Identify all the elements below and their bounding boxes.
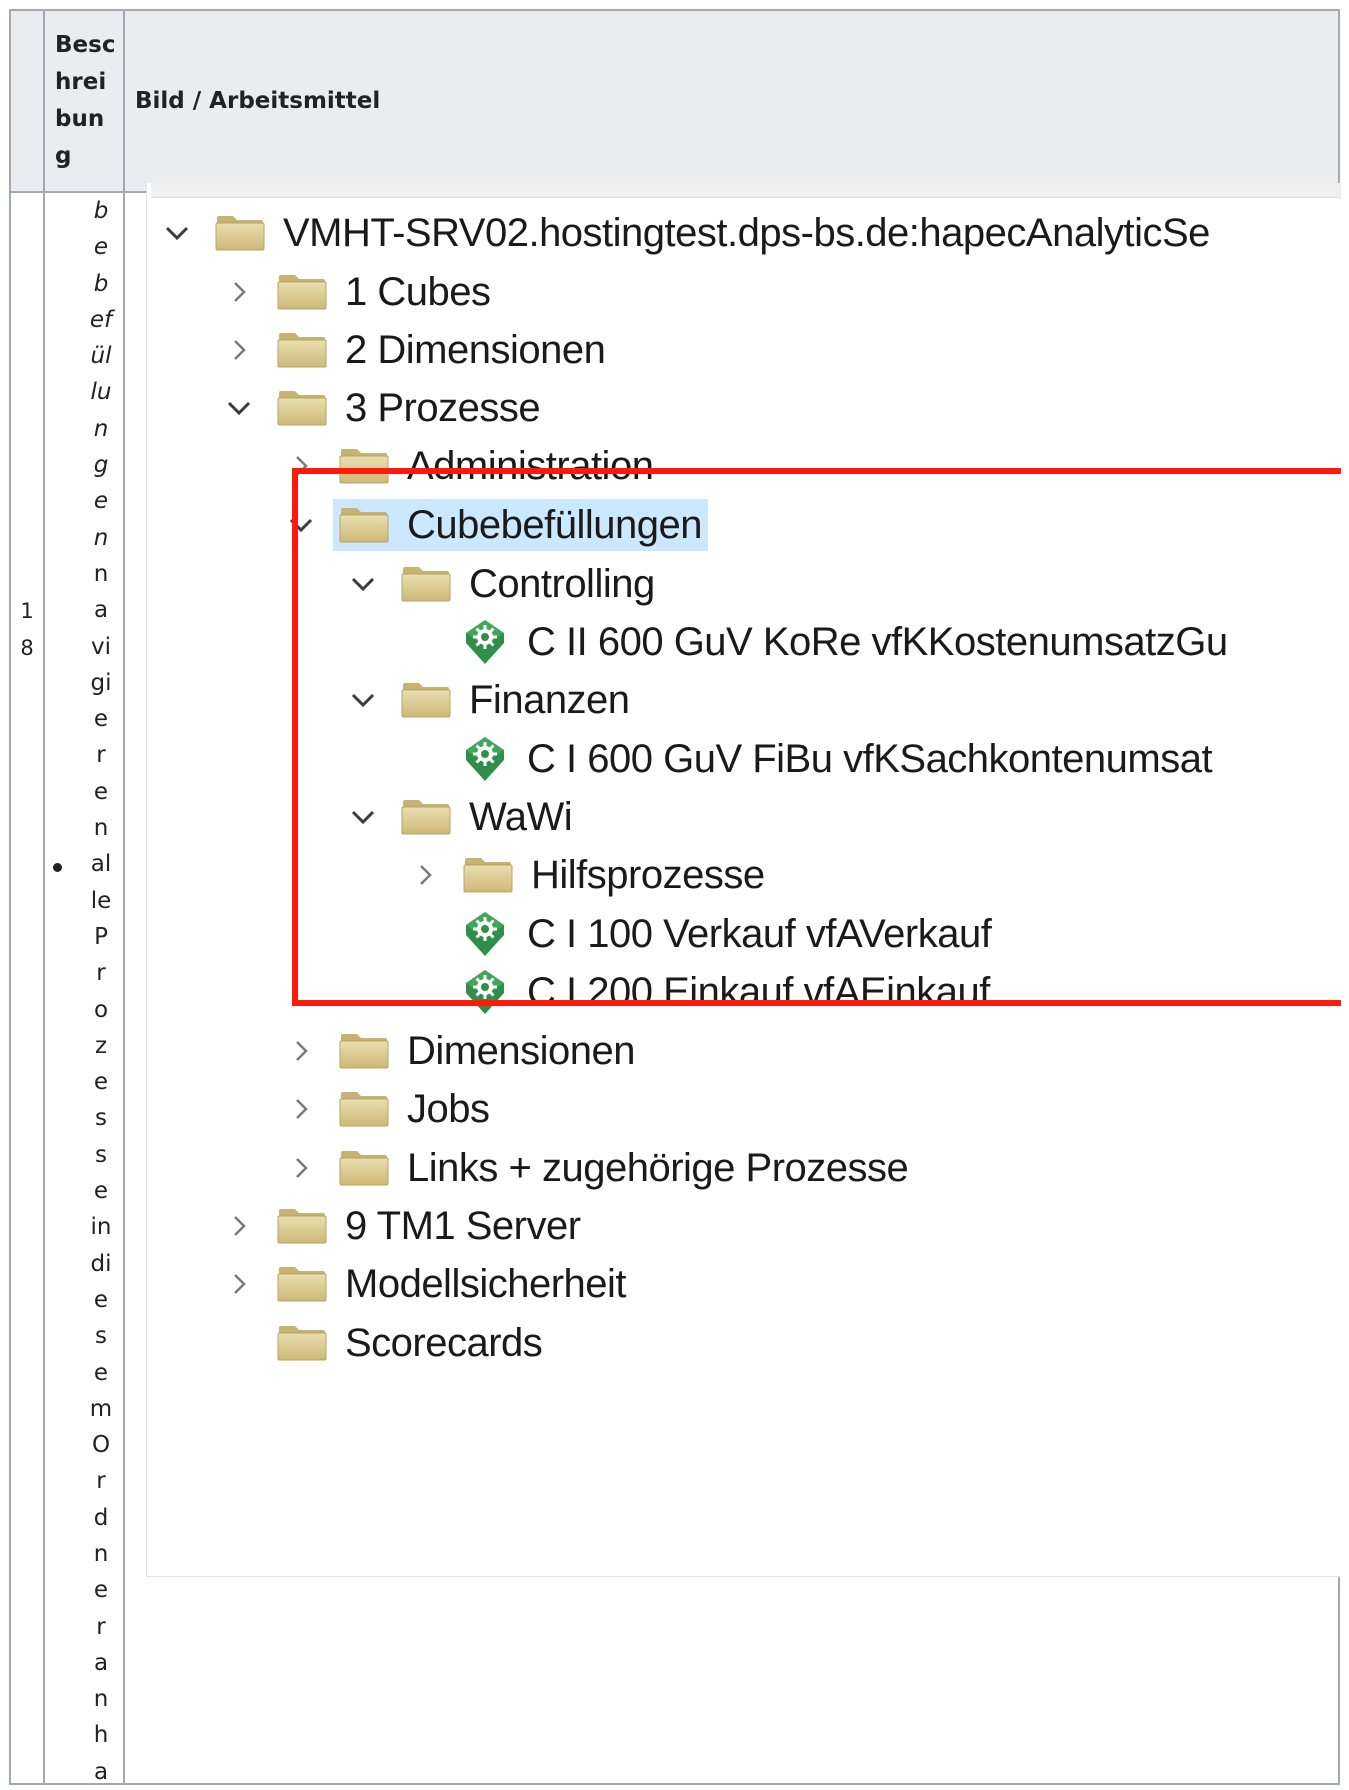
tree-node-prozesse[interactable]: 3 Prozesse <box>225 382 541 434</box>
tree-label: VMHT-SRV02.hostingtest.dps-bs.de:hapecAn… <box>283 210 1210 255</box>
tree-node-scorecards[interactable]: Scorecards <box>225 1317 543 1369</box>
description-line: o <box>93 996 109 1023</box>
chevron-right-icon[interactable] <box>287 1154 315 1182</box>
row-description: b e b ef ül lu n g e n n a vi gi e r e n al le Pr o z e s s e in di e… <box>43 191 125 1785</box>
description-line-italic: n <box>93 415 109 442</box>
description-line-italic: g <box>93 452 109 479</box>
header-description-line: hrei <box>55 69 107 95</box>
bullet-icon <box>53 863 62 872</box>
description-line-italic: ül <box>90 343 112 370</box>
row-number-line: 1 <box>20 599 34 623</box>
header-number <box>9 9 45 193</box>
folder-icon <box>277 274 327 310</box>
description-line: P <box>94 923 108 950</box>
description-line: e <box>93 706 109 733</box>
tree-label: Links + zugehörige Prozesse <box>407 1145 909 1190</box>
folder-icon <box>339 1091 389 1127</box>
description-line: e <box>93 1069 109 1096</box>
tree-top-bar <box>151 183 1341 198</box>
chevron-right-icon[interactable] <box>225 1270 253 1298</box>
description-line: di <box>90 1250 112 1277</box>
folder-icon <box>277 332 327 368</box>
description-line: s <box>95 1105 107 1132</box>
highlight-frame <box>292 468 1341 1006</box>
header-image: Bild / Arbeitsmittel <box>123 9 1340 193</box>
description-line: e <box>93 1286 109 1313</box>
description-line-italic: e <box>93 488 109 515</box>
description-line: r <box>96 960 106 987</box>
tree-node-root[interactable]: VMHT-SRV02.hostingtest.dps-bs.de:hapecAn… <box>163 207 1210 259</box>
description-line: a <box>93 597 109 624</box>
folder-icon <box>277 390 327 426</box>
tree-label: 9 TM1 Server <box>345 1203 581 1248</box>
header-description-line: g <box>55 143 72 169</box>
tree-node-tm1-server[interactable]: 9 TM1 Server <box>225 1200 581 1252</box>
tree-node-links[interactable]: Links + zugehörige Prozesse <box>287 1142 909 1194</box>
description-line-italic: lu <box>90 379 112 406</box>
description-line-italic: b <box>93 270 109 297</box>
description-line: n <box>93 815 109 842</box>
chevron-right-icon[interactable] <box>287 1037 315 1065</box>
tree-node-dimensionen[interactable]: 2 Dimensionen <box>225 324 606 376</box>
tree-node-cubes[interactable]: 1 Cubes <box>225 266 491 318</box>
chevron-down-icon[interactable] <box>163 219 191 247</box>
description-line: s <box>95 1323 107 1350</box>
chevron-right-icon[interactable] <box>287 1095 315 1123</box>
chevron-right-icon[interactable] <box>225 278 253 306</box>
tree-label: Modellsicherheit <box>345 1261 627 1306</box>
tree-node-jobs[interactable]: Jobs <box>287 1083 490 1135</box>
description-line: e <box>93 1577 109 1604</box>
tree-node-dimensionen-sub[interactable]: Dimensionen <box>287 1025 635 1077</box>
header-description-line: Besc <box>55 32 116 58</box>
tree-label: 3 Prozesse <box>345 385 541 430</box>
header-description: Besc hrei bun g <box>43 9 125 193</box>
description-line: O <box>91 1432 111 1459</box>
description-line: vi <box>90 633 111 660</box>
description-line: r <box>96 1468 106 1495</box>
folder-icon <box>339 1033 389 1069</box>
tree-screenshot: VMHT-SRV02.hostingtest.dps-bs.de:hapecAn… <box>146 183 1341 1577</box>
description-line: r <box>96 1613 106 1640</box>
description-line: e <box>93 1359 109 1386</box>
folder-icon <box>277 1266 327 1302</box>
folder-icon <box>277 1208 327 1244</box>
tree-label: Dimensionen <box>407 1028 635 1073</box>
tree-node-modellsicherheit[interactable]: Modellsicherheit <box>225 1258 627 1310</box>
description-line-italic: ef <box>89 306 113 333</box>
description-line: s <box>95 1141 107 1168</box>
description-line: d <box>93 1504 109 1531</box>
chevron-right-icon[interactable] <box>225 336 253 364</box>
description-line: al <box>90 851 112 878</box>
tree-label: Scorecards <box>345 1320 543 1365</box>
description-line: le <box>90 887 112 914</box>
row-number: 18 <box>9 191 45 1785</box>
description-line: h <box>93 1722 109 1749</box>
folder-icon <box>277 1325 327 1361</box>
chevron-right-icon[interactable] <box>225 1212 253 1240</box>
description-line: n <box>93 560 109 587</box>
description-line: n <box>93 1540 109 1567</box>
tree-label: Jobs <box>407 1086 490 1131</box>
description-line: z <box>94 1032 108 1059</box>
tree-label: 1 Cubes <box>345 269 491 314</box>
description-line: r <box>96 742 106 769</box>
tree-label: 2 Dimensionen <box>345 327 606 372</box>
description-line-italic: b <box>93 198 109 224</box>
description-line: e <box>93 1178 109 1205</box>
description-line: in <box>90 1214 112 1241</box>
description-line: gi <box>90 669 112 696</box>
description-line-italic: n <box>93 524 109 551</box>
header-description-line: bun <box>55 106 105 132</box>
description-line: m <box>89 1395 113 1422</box>
chevron-down-icon[interactable] <box>225 394 253 422</box>
folder-icon <box>339 1150 389 1186</box>
description-text: b e b ef ül lu n g e n n a vi gi e r e n al le Pr o z e s s e in di e… <box>81 193 121 1790</box>
description-line-italic: e <box>93 234 109 261</box>
description-line: e <box>93 778 109 805</box>
folder-icon <box>215 215 265 251</box>
description-line: n <box>93 1686 109 1713</box>
description-line: a <box>93 1649 109 1676</box>
row-number-line: 8 <box>20 636 34 660</box>
